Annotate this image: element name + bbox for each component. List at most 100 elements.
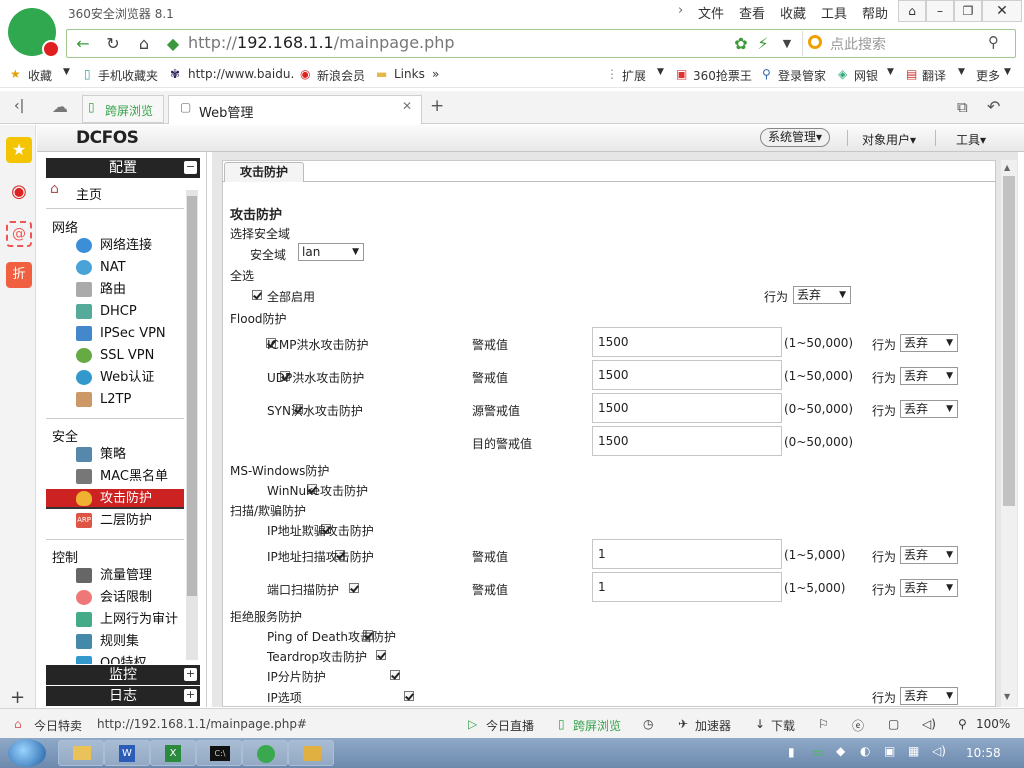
tools-menu[interactable]: 工具▾ xyxy=(956,131,986,148)
shield-icon[interactable]: ◆ xyxy=(162,33,184,55)
word-icon[interactable]: W xyxy=(104,740,150,766)
content-scrollbar-thumb[interactable] xyxy=(1003,176,1015,506)
scroll-up-icon[interactable]: ▲ xyxy=(1004,163,1010,172)
bookmark-links[interactable]: Links xyxy=(394,67,425,81)
close-button[interactable]: ✕ xyxy=(982,0,1022,22)
restore-tab-icon[interactable]: ⧉ xyxy=(957,98,968,116)
compat-mode-icon[interactable]: ✿ xyxy=(730,33,752,55)
nav-header-config[interactable]: 配置 − xyxy=(46,158,200,178)
expand-icon[interactable]: + xyxy=(184,689,197,702)
ie-icon[interactable]: ⓔ xyxy=(852,717,864,734)
browser-taskbar-icon[interactable] xyxy=(242,740,288,766)
clock-icon[interactable]: ◷ xyxy=(643,717,653,731)
port-scan-checkbox[interactable] xyxy=(348,582,359,593)
nav-item-ssl-vpn[interactable]: SSL VPN xyxy=(76,346,184,366)
skin-icon[interactable]: ⌂ xyxy=(898,0,926,22)
nav-item-route[interactable]: 路由 xyxy=(76,280,184,300)
menu-help[interactable]: 帮助 xyxy=(862,3,888,22)
cross-screen-button[interactable]: 跨屏浏览 xyxy=(573,717,621,734)
nav-scrollbar-thumb[interactable] xyxy=(187,196,197,596)
tab-web-management[interactable]: Web管理 xyxy=(168,95,422,124)
tab-attack-protection[interactable]: 攻击防护 xyxy=(224,162,304,182)
bookmark-sina[interactable]: 新浪会员 xyxy=(317,67,365,84)
browser-logo-icon[interactable] xyxy=(8,8,60,58)
bookmark-mobile[interactable]: 手机收藏夹 xyxy=(98,67,158,84)
bookmark-baidu[interactable]: http://www.baidu. xyxy=(188,67,294,81)
mail-icon[interactable]: @ xyxy=(6,221,32,247)
tray-icon[interactable]: ◐ xyxy=(860,744,870,758)
udp-threshold-input[interactable]: 1500 xyxy=(592,360,782,390)
scroll-down-icon[interactable]: ▼ xyxy=(1004,692,1010,701)
app-taskbar-icon[interactable] xyxy=(288,740,334,766)
start-button[interactable] xyxy=(8,739,46,767)
extensions-button[interactable]: 扩展 xyxy=(622,67,646,84)
back-icon[interactable]: ← xyxy=(72,33,94,55)
more-bookmarks-icon[interactable]: » xyxy=(432,67,439,81)
nav-item-l2tp[interactable]: L2TP xyxy=(76,390,184,410)
nav-header-log[interactable]: 日志 + xyxy=(46,686,200,706)
chevron-down-icon[interactable]: ▼ xyxy=(63,67,70,77)
port-scan-action-select[interactable]: 丢弃 xyxy=(900,579,958,597)
object-user-menu[interactable]: 对象用户▾ xyxy=(862,131,916,148)
zoom-level[interactable]: 100% xyxy=(976,717,1010,731)
syn-source-threshold-input[interactable]: 1500 xyxy=(592,393,782,423)
zoom-icon[interactable]: ⚲ xyxy=(958,717,967,731)
cmd-icon[interactable]: C:\ xyxy=(196,740,242,766)
icmp-action-select[interactable]: 丢弃 xyxy=(900,334,958,352)
ticket-app[interactable]: 360抢票王 xyxy=(693,67,752,84)
ip-options-checkbox[interactable] xyxy=(404,690,415,701)
new-tab-icon[interactable]: + xyxy=(430,96,444,116)
teardrop-checkbox[interactable] xyxy=(376,649,387,660)
nav-item-session-limit[interactable]: 会话限制 xyxy=(76,588,184,608)
nav-header-monitor[interactable]: 监控 + xyxy=(46,665,200,685)
more-button[interactable]: 更多 xyxy=(976,67,1000,84)
add-icon[interactable]: + xyxy=(10,687,25,708)
translate-button[interactable]: 翻译 xyxy=(922,67,946,84)
chevron-right-icon[interactable]: › xyxy=(678,3,683,18)
tray-icon[interactable]: ▣ xyxy=(884,744,895,758)
ip-scan-action-select[interactable]: 丢弃 xyxy=(900,546,958,564)
chevron-down-icon[interactable]: ▼ xyxy=(958,67,965,77)
explorer-icon[interactable] xyxy=(58,740,104,766)
expand-icon[interactable]: + xyxy=(184,668,197,681)
icmp-threshold-input[interactable]: 1500 xyxy=(592,327,782,357)
nav-item-behavior-audit[interactable]: 上网行为审计 xyxy=(76,610,184,630)
chevron-down-icon[interactable]: ▼ xyxy=(776,33,798,55)
login-manager[interactable]: 登录管家 xyxy=(778,67,826,84)
refresh-icon[interactable]: ↻ xyxy=(102,33,124,55)
nav-item-mac-blacklist[interactable]: MAC黑名单 xyxy=(76,467,184,487)
nav-item-ipsec-vpn[interactable]: IPSec VPN xyxy=(76,324,184,344)
nav-item-web-auth[interactable]: Web认证 xyxy=(76,368,184,388)
excel-icon[interactable]: X xyxy=(150,740,196,766)
accelerator-button[interactable]: 加速器 xyxy=(695,717,731,734)
ip-options-action-select[interactable]: 丢弃 xyxy=(900,687,958,705)
nav-home[interactable]: 主页 xyxy=(76,184,102,203)
undo-close-icon[interactable]: ↶ xyxy=(987,97,1000,116)
nav-item-nat[interactable]: NAT xyxy=(76,258,184,278)
menu-file[interactable]: 文件 xyxy=(698,3,724,22)
volume-icon[interactable]: ◁) xyxy=(932,744,946,758)
daily-deals[interactable]: 今日特卖 xyxy=(34,717,82,734)
flag-icon[interactable]: ⚐ xyxy=(818,717,829,731)
download-button[interactable]: 下载 xyxy=(771,717,795,734)
network-icon[interactable]: ▦ xyxy=(908,744,919,758)
ip-fragment-checkbox[interactable] xyxy=(390,669,401,680)
minimize-button[interactable]: – xyxy=(926,0,954,22)
speed-mode-icon[interactable]: ⚡ xyxy=(752,33,774,55)
shield-icon[interactable]: ◆ xyxy=(836,744,845,758)
sidebar-toggle-icon[interactable]: ‹| xyxy=(14,98,24,114)
tray-icon[interactable]: ▭ xyxy=(812,745,823,759)
favorites-icon[interactable]: ★ xyxy=(6,137,32,163)
syn-action-select[interactable]: 丢弃 xyxy=(900,400,958,418)
nav-item-dhcp[interactable]: DHCP xyxy=(76,302,184,322)
tray-icon[interactable]: ▮ xyxy=(788,745,795,759)
syn-dest-threshold-input[interactable]: 1500 xyxy=(592,426,782,456)
clock[interactable]: 10:58 xyxy=(966,746,1001,760)
system-management-menu[interactable]: 系统管理▾ xyxy=(760,128,830,147)
weibo-icon[interactable]: ◉ xyxy=(6,179,32,205)
maximize-button[interactable]: ❐ xyxy=(954,0,982,22)
home-icon[interactable]: ⌂ xyxy=(133,33,155,55)
nav-item-qq-privilege[interactable]: QQ特权 xyxy=(76,654,184,664)
menu-view[interactable]: 查看 xyxy=(739,3,765,22)
nav-item-rule-set[interactable]: 规则集 xyxy=(76,632,184,652)
